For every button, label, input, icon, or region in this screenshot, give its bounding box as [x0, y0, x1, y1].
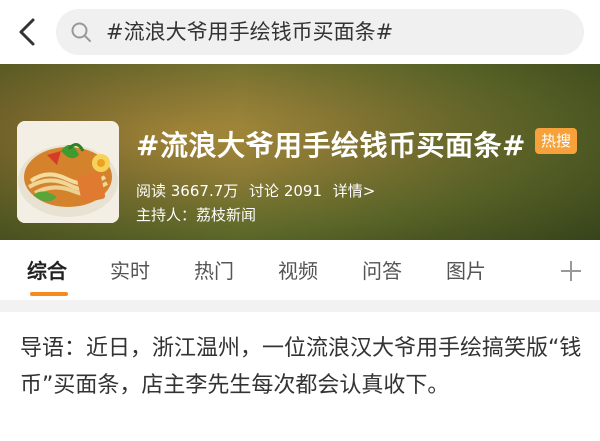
topic-banner: #流浪大爷用手绘钱币买面条# 热搜 阅读 3667.7万 讨论 2091 详情>…: [0, 64, 600, 240]
topic-stats: 阅读 3667.7万 讨论 2091 详情>: [136, 180, 381, 201]
topic-title: #流浪大爷用手绘钱币买面条#: [136, 129, 526, 162]
plus-icon[interactable]: [558, 258, 584, 284]
tab-hot[interactable]: 热门: [194, 240, 234, 300]
details-link[interactable]: 详情>: [333, 182, 376, 200]
search-query: #流浪大爷用手绘钱币买面条#: [106, 20, 394, 44]
discussion-count: 讨论 2091: [249, 182, 322, 200]
search-icon: [71, 22, 91, 42]
active-tab-indicator: [30, 292, 68, 296]
noodle-bowl-image: [17, 121, 119, 223]
topic-host[interactable]: 主持人：荔枝新闻: [136, 204, 256, 225]
topic-thumbnail[interactable]: [17, 121, 119, 223]
search-input[interactable]: #流浪大爷用手绘钱币买面条#: [56, 9, 584, 55]
top-bar: #流浪大爷用手绘钱币买面条#: [0, 0, 600, 64]
tab-comprehensive[interactable]: 综合: [27, 240, 67, 300]
topic-intro: 导语：近日，浙江温州，一位流浪汉大爷用手绘搞笑版“钱币”买面条，店主李先生每次都…: [20, 336, 582, 398]
tab-bar: 综合 实时 热门 视频 问答 图片: [0, 240, 600, 300]
back-button[interactable]: [12, 14, 42, 50]
section-divider: [0, 300, 600, 312]
tab-video[interactable]: 视频: [278, 240, 318, 300]
tab-images[interactable]: 图片: [446, 240, 486, 300]
tab-realtime[interactable]: 实时: [110, 240, 150, 300]
hot-search-badge: 热搜: [535, 128, 577, 154]
tab-qa[interactable]: 问答: [362, 240, 402, 300]
chevron-left-icon: [19, 18, 35, 46]
read-count: 阅读 3667.7万: [136, 182, 239, 200]
